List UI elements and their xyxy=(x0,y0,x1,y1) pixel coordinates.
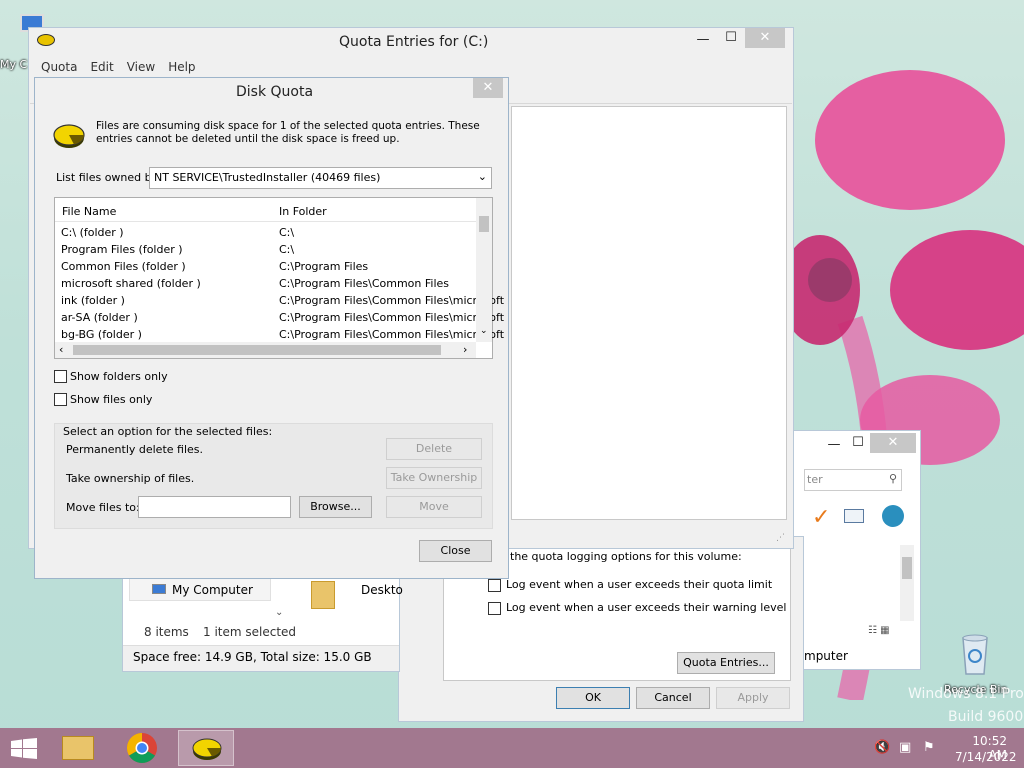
close-button[interactable]: ✕ xyxy=(870,433,916,453)
explorer-left-window: My Computer ⌄ Deskto 8 items 1 item sele… xyxy=(122,572,403,672)
action-center-icon[interactable]: ⚑ xyxy=(923,740,935,755)
close-button[interactable]: ✕ xyxy=(745,28,785,48)
ok-button[interactable]: OK xyxy=(556,687,630,709)
horizontal-scrollbar[interactable]: ‹ › xyxy=(55,342,476,358)
quota-app-icon xyxy=(37,34,55,46)
owner-select[interactable]: NT SERVICE\TrustedInstaller (40469 files… xyxy=(149,167,492,189)
list-header: File Name In Folder xyxy=(55,198,476,222)
status-item-count: 8 items xyxy=(144,625,189,639)
vertical-scrollbar[interactable]: ⌄ xyxy=(476,198,492,342)
my-computer-desktop-label: My C xyxy=(0,58,28,71)
show-files-only-checkbox[interactable] xyxy=(54,393,67,406)
maximize-button[interactable]: ☐ xyxy=(846,433,870,453)
dialog-message: Files are consuming disk space for 1 of … xyxy=(96,120,480,145)
owner-value: NT SERVICE\TrustedInstaller (40469 files… xyxy=(154,171,381,184)
space-status: Space free: 14.9 GB, Total size: 15.0 GB xyxy=(133,650,372,664)
checkmark-icon[interactable]: ✓ xyxy=(812,505,830,530)
close-button[interactable]: ✕ xyxy=(473,78,503,98)
recycle-bin-icon[interactable] xyxy=(955,630,995,678)
status-text: mputer xyxy=(804,649,848,663)
scrollbar[interactable] xyxy=(900,545,914,621)
folder-icon xyxy=(311,581,335,609)
move-label: Move files to: xyxy=(66,501,140,514)
ownership-label: Take ownership of files. xyxy=(66,472,195,485)
search-box[interactable]: ter ⚲ xyxy=(804,469,902,491)
network-icon[interactable]: ▣ xyxy=(899,740,911,755)
watermark-build: Build 9600 xyxy=(948,709,1024,725)
group-label: Select an option for the selected files: xyxy=(63,425,273,438)
file-list[interactable]: File Name In Folder C:\ (folder ) C:\ Pro… xyxy=(54,197,504,359)
network-icon[interactable] xyxy=(882,505,904,527)
taskbar: 🔇 ▣ ⚑ 10:52 AM 7/14/2022 xyxy=(0,728,1024,768)
chrome-icon xyxy=(126,733,157,764)
browse-button[interactable]: Browse... xyxy=(299,496,372,518)
start-button[interactable] xyxy=(10,738,38,760)
watermark-edition: Windows 8.1 Pro xyxy=(908,686,1024,702)
scroll-thumb[interactable] xyxy=(479,216,489,232)
quota-taskbar-button[interactable] xyxy=(178,730,234,766)
maximize-button[interactable]: ☐ xyxy=(718,28,744,48)
volume-muted-icon[interactable]: 🔇 xyxy=(874,740,890,755)
owner-label: List files owned by: xyxy=(56,171,162,184)
log-limit-label: Log event when a user exceeds their quot… xyxy=(506,578,773,591)
log-warning-checkbox[interactable] xyxy=(488,602,501,615)
resize-grip[interactable]: ⋰ xyxy=(776,533,785,543)
logging-text: the quota logging options for this volum… xyxy=(510,550,742,563)
delete-button[interactable]: Delete xyxy=(386,438,482,460)
minimize-button[interactable]: — xyxy=(690,30,716,50)
chrome-taskbar-button[interactable] xyxy=(116,730,168,766)
search-text: ter xyxy=(807,473,823,486)
move-destination-input[interactable] xyxy=(138,496,291,518)
column-file-name[interactable]: File Name xyxy=(62,205,116,218)
folder-icon xyxy=(62,736,94,760)
scroll-down-icon[interactable]: ⌄ xyxy=(275,607,283,618)
minimize-button[interactable]: — xyxy=(822,435,846,455)
scroll-right-icon[interactable]: › xyxy=(463,343,467,356)
nav-item-label: My Computer xyxy=(172,583,253,597)
take-ownership-button[interactable]: Take Ownership xyxy=(386,467,482,489)
quota-entries-button[interactable]: Quota Entries... xyxy=(677,652,775,674)
disk-quota-icon xyxy=(192,738,222,760)
chevron-down-icon: ⌄ xyxy=(477,170,487,183)
details-view-icon[interactable]: ☷ ▦ xyxy=(868,625,890,636)
status-selected: 1 item selected xyxy=(203,625,297,639)
menu-help[interactable]: Help xyxy=(168,60,195,74)
properties-icon[interactable] xyxy=(844,509,864,523)
search-icon: ⚲ xyxy=(888,472,897,485)
disk-quota-dialog: Disk Quota ✕ Files are consuming disk sp… xyxy=(34,77,509,579)
column-in-folder[interactable]: In Folder xyxy=(279,205,327,218)
clock-date[interactable]: 7/14/2022 xyxy=(955,750,1017,764)
delete-label: Permanently delete files. xyxy=(66,443,204,456)
show-folders-only-checkbox[interactable] xyxy=(54,370,67,383)
disk-quota-icon xyxy=(52,121,86,149)
options-group: Select an option for the selected files:… xyxy=(54,423,493,529)
menu-view[interactable]: View xyxy=(127,60,155,74)
quota-list-pane[interactable] xyxy=(511,106,787,520)
file-explorer-taskbar-button[interactable] xyxy=(52,730,104,766)
computer-icon xyxy=(152,584,166,594)
move-button[interactable]: Move xyxy=(386,496,482,518)
nav-item-my-computer[interactable]: My Computer xyxy=(129,577,271,601)
menu-bar: Quota Edit View Help xyxy=(41,60,209,74)
scroll-thumb[interactable] xyxy=(73,345,441,355)
dialog-title: Disk Quota xyxy=(236,84,314,100)
cancel-button[interactable]: Cancel xyxy=(636,687,710,709)
show-files-only-label: Show files only xyxy=(70,393,153,406)
menu-quota[interactable]: Quota xyxy=(41,60,77,74)
scroll-left-icon[interactable]: ‹ xyxy=(59,343,63,356)
log-limit-checkbox[interactable] xyxy=(488,579,501,592)
close-dialog-button[interactable]: Close xyxy=(419,540,492,562)
show-folders-only-label: Show folders only xyxy=(70,370,168,383)
scroll-down-icon[interactable]: ⌄ xyxy=(480,326,488,336)
window-title: Quota Entries for (C:) xyxy=(339,34,489,50)
apply-button[interactable]: Apply xyxy=(716,687,790,709)
log-warning-label: Log event when a user exceeds their warn… xyxy=(506,601,787,614)
content-item-desktop[interactable]: Deskto xyxy=(361,583,403,597)
menu-edit[interactable]: Edit xyxy=(90,60,113,74)
